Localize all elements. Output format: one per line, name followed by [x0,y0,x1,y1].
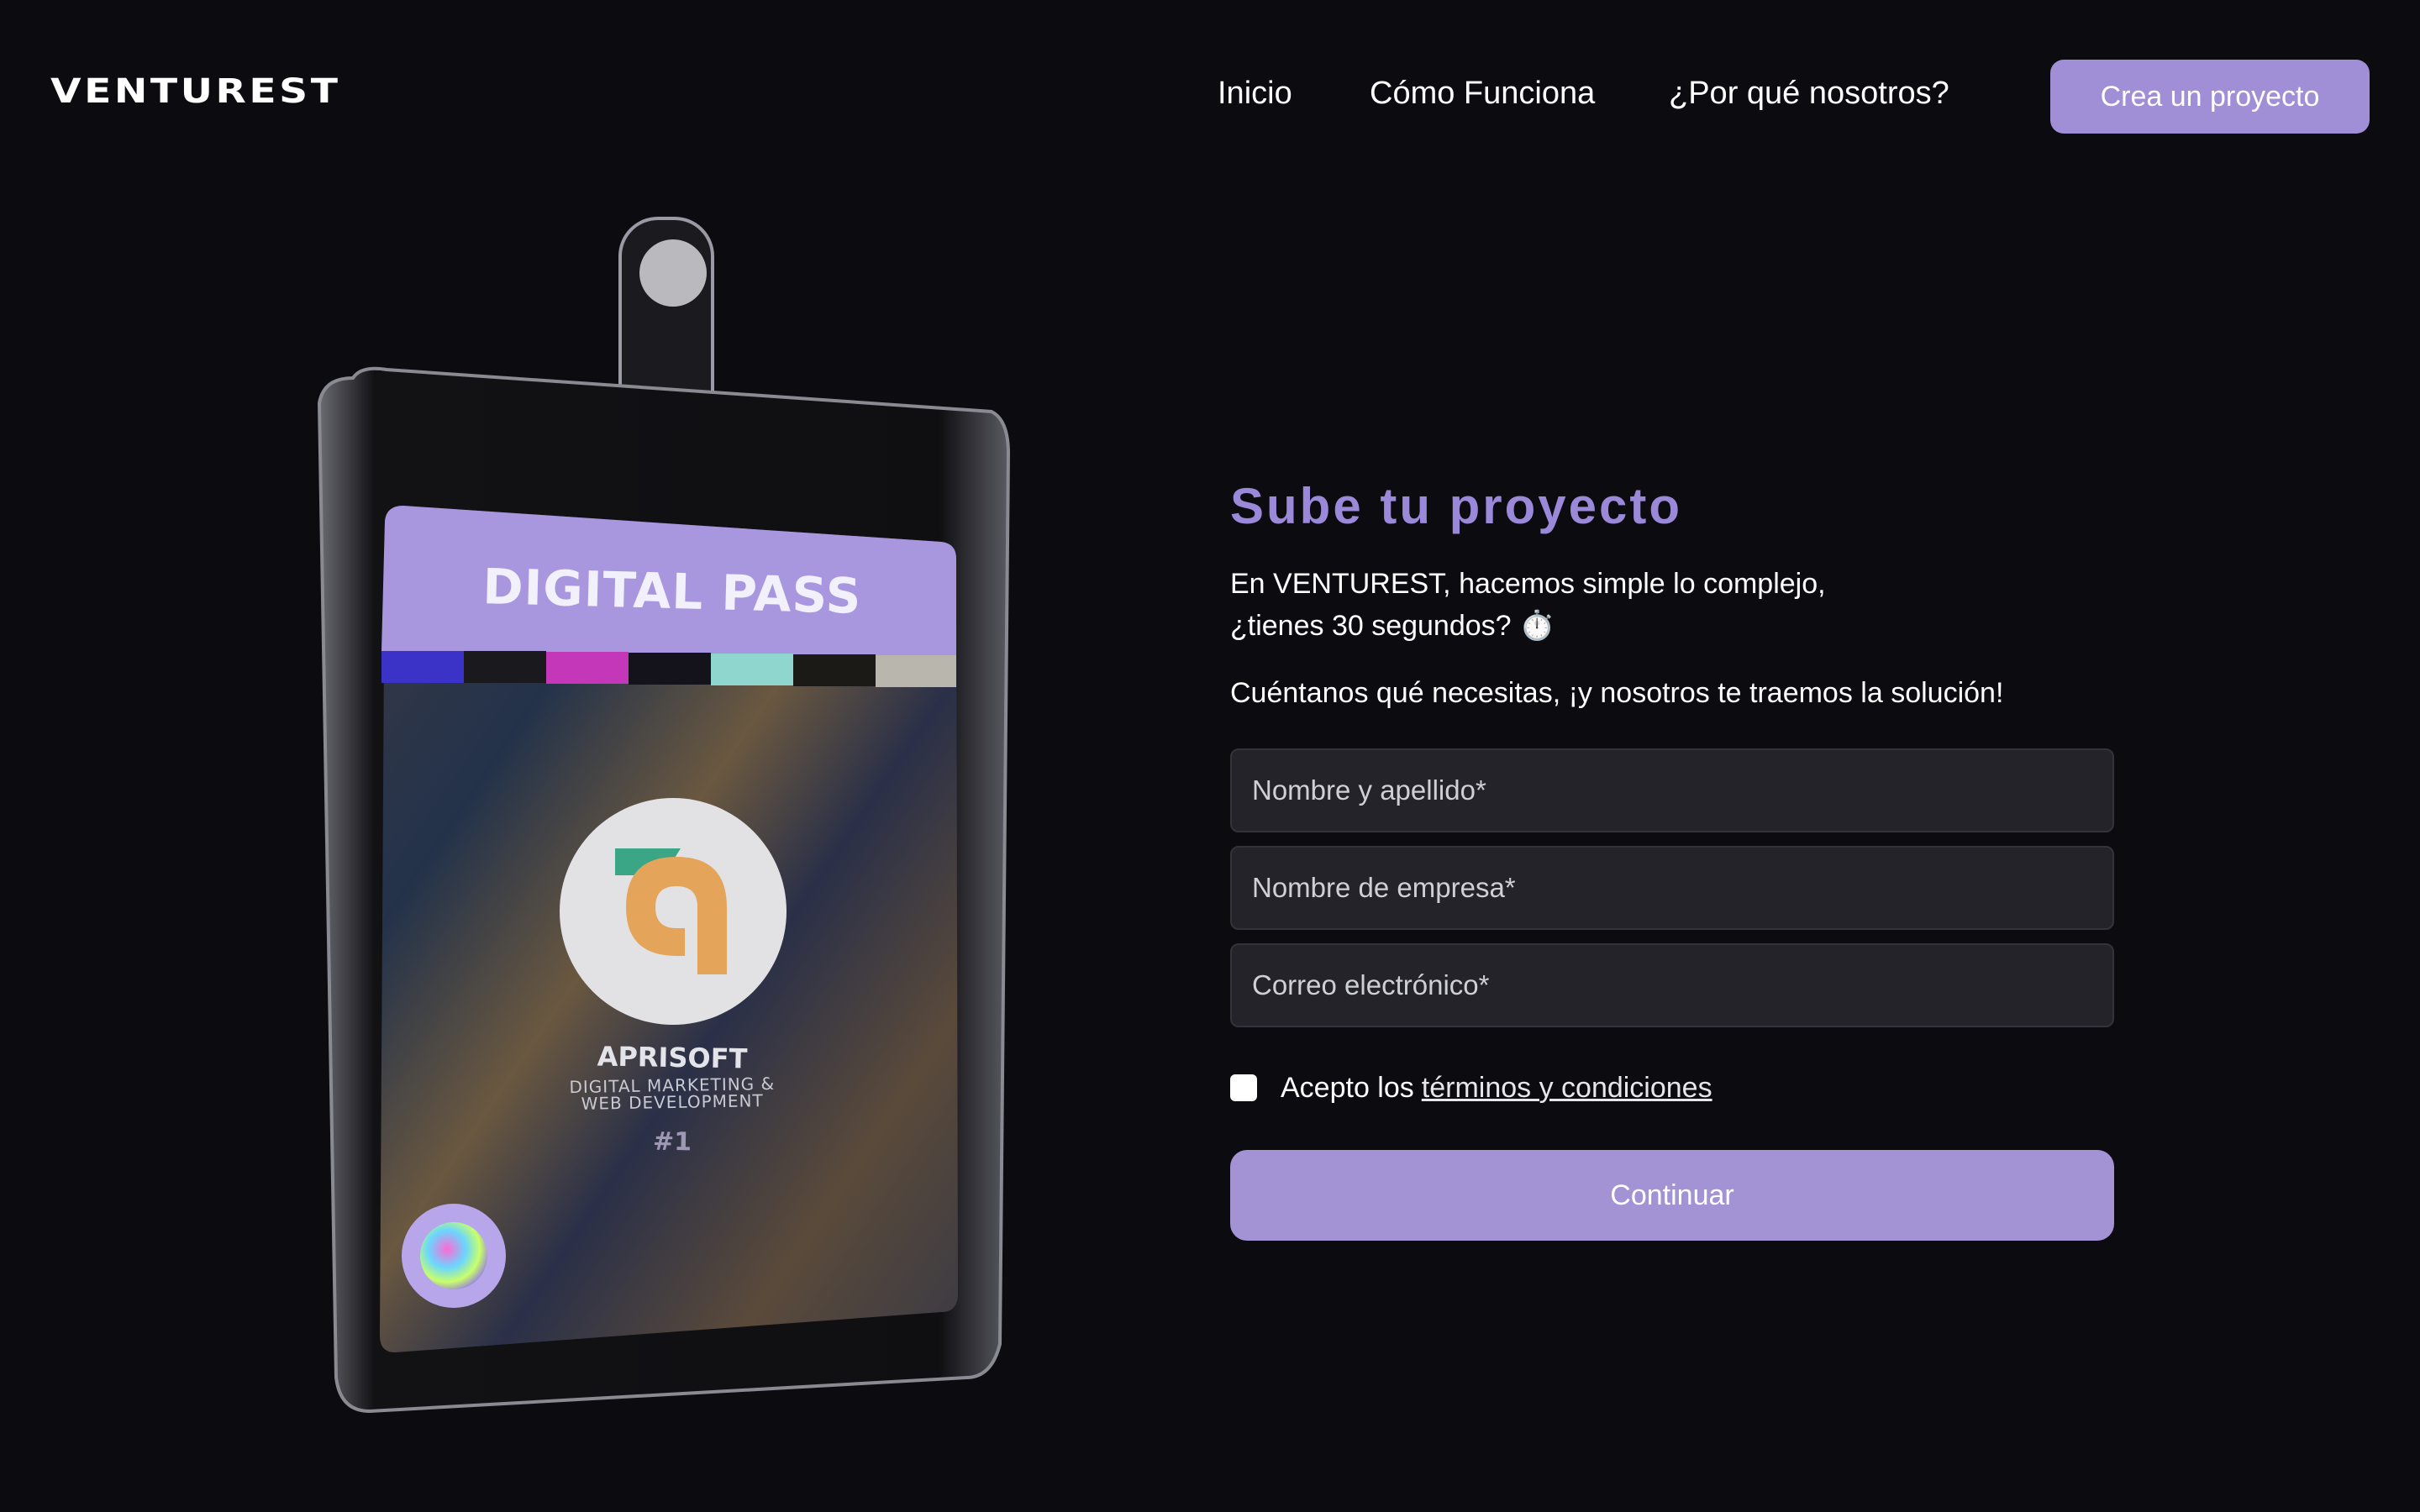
stripe-6 [793,654,876,686]
terms-link[interactable]: términos y condiciones [1422,1072,1712,1105]
badge-number: #1 [652,1126,692,1158]
form-intro-secondary: Cuéntanos qué necesitas, ¡y nosotros te … [1230,677,2004,709]
stripe-3 [546,652,629,684]
terms-prefix: Acepto los [1281,1071,1414,1104]
badge-clip-rivet [639,239,707,307]
badge-graphic [317,217,1011,1414]
form-intro-line2: ¿tienes 30 segundos? ⏱️ [1230,610,1555,642]
continue-button[interactable]: Continuar [1230,1150,2114,1241]
badge-company-name: APRISOFT [597,1040,748,1075]
stripe-1 [381,651,464,683]
name-field[interactable] [1230,748,2114,832]
form-title: Sube tu proyecto [1230,478,1683,534]
nav-link-como-funciona[interactable]: Cómo Funciona [1370,76,1595,112]
stripe-7 [876,655,956,687]
create-project-button[interactable]: Crea un proyecto [2050,60,2370,134]
nav-link-por-que-nosotros[interactable]: ¿Por qué nosotros? [1669,76,1949,112]
badge-tagline: DIGITAL MARKETING & WEB DEVELOPMENT [504,1074,841,1114]
badge-color-stripes [381,651,956,687]
company-field[interactable] [1230,846,2114,930]
badge-illustration: DIGITAL PASS APRISOFT DIGITAL MARKETING … [302,210,1025,1428]
stripe-5 [711,654,793,685]
terms-checkbox[interactable] [1230,1074,1257,1101]
stripe-4 [629,653,711,685]
aprisoft-logo-circle [560,798,786,1025]
form-intro: En VENTUREST, hacemos simple lo complejo… [1230,563,1986,647]
nav-link-inicio[interactable]: Inicio [1218,76,1292,112]
stripe-2 [464,651,546,683]
terms-row: Acepto los términos y condiciones [1230,1067,1712,1109]
badge-title: DIGITAL PASS [481,558,863,625]
form-intro-line1: En VENTUREST, hacemos simple lo complejo… [1230,568,1826,600]
sticker-hologram [420,1222,487,1289]
email-field[interactable] [1230,943,2114,1027]
